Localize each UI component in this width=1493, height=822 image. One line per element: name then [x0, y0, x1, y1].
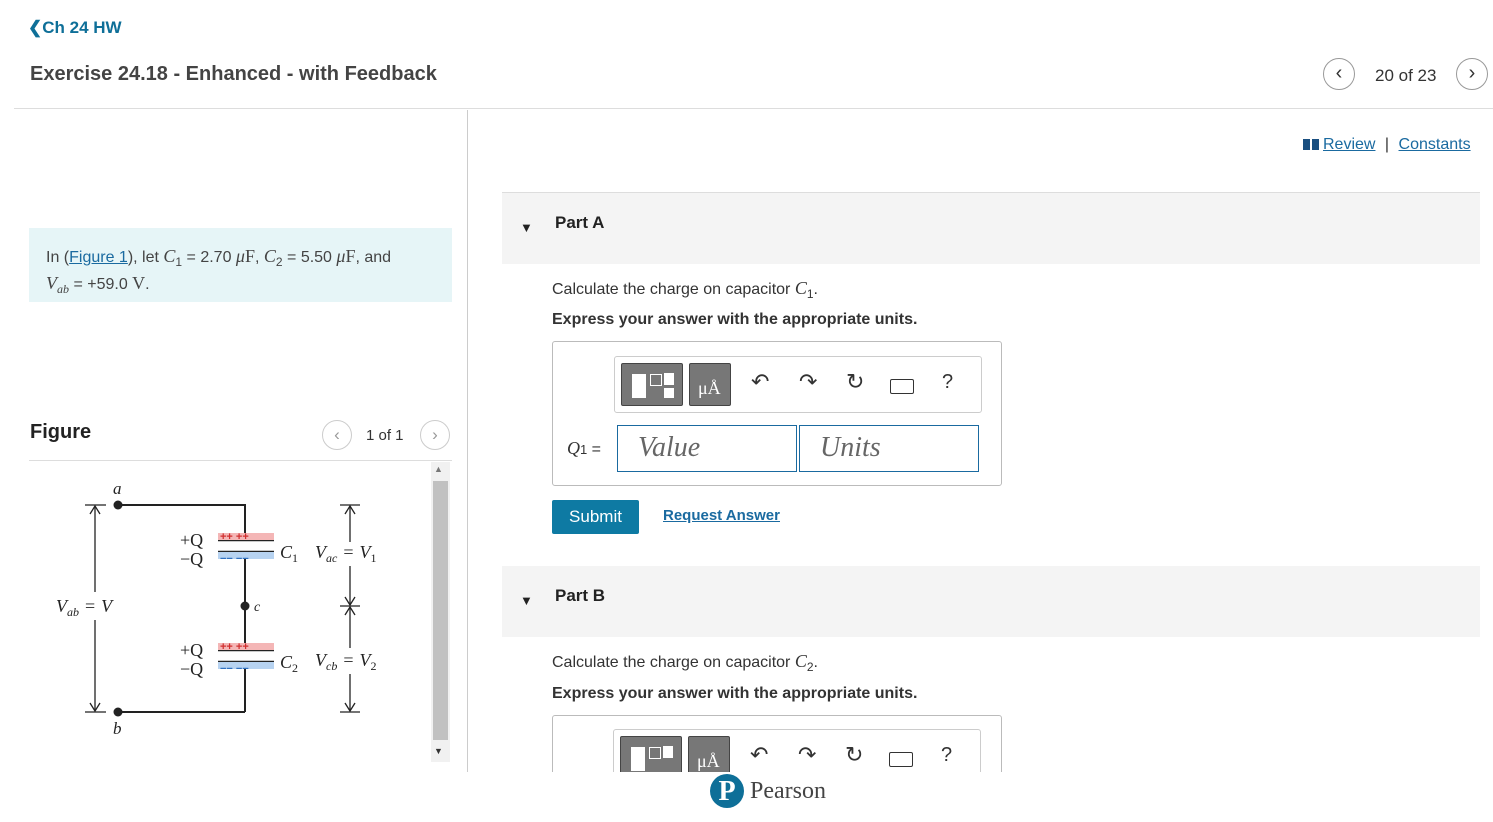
chevron-left-icon: ‹	[334, 425, 340, 444]
keyboard-icon[interactable]	[889, 747, 913, 772]
prev-exercise-button[interactable]: ‹	[1323, 58, 1355, 90]
column-divider	[467, 110, 468, 772]
problem-statement: In (Figure 1), let C1 = 2.70 μF, C2 = 5.…	[29, 228, 452, 302]
value-input[interactable]: Value	[617, 425, 797, 472]
review-constants-links: Review | Constants	[1303, 136, 1471, 154]
part-b-question: Calculate the charge on capacitor C2.	[552, 651, 818, 675]
request-answer-link[interactable]: Request Answer	[663, 507, 780, 524]
reset-icon[interactable]: ↻	[846, 369, 864, 395]
charge-label: +Q	[180, 530, 203, 550]
node-a-label: a	[113, 479, 122, 498]
chevron-right-icon: ›	[432, 425, 438, 444]
units-button[interactable]: μÅ	[689, 363, 731, 406]
chevron-right-icon: ›	[1468, 62, 1476, 84]
part-b-answer-box-clip: μÅ ↶ ↷ ↻ ?	[552, 715, 1002, 772]
node-a-dot	[113, 500, 123, 510]
plus-signs: ++ ++	[220, 641, 249, 653]
fraction-template-icon	[632, 374, 646, 398]
pearson-p-icon: P	[710, 774, 744, 808]
q1-label: Q1 =	[567, 438, 602, 458]
units-input[interactable]: Units	[799, 425, 979, 472]
chevron-left-icon: ❮	[28, 18, 43, 37]
keyboard-icon[interactable]	[890, 374, 914, 400]
part-a-instruction: Express your answer with the appropriate…	[552, 311, 918, 328]
charge-label: −Q	[180, 659, 203, 679]
math-toolbar: μÅ ↶ ↷ ↻ ?	[614, 356, 982, 413]
exercise-counter: 20 of 23	[1375, 66, 1437, 85]
vcb-label: Vcb = V2	[315, 650, 376, 673]
next-figure-button[interactable]: ›	[420, 420, 450, 450]
plus-signs: ++ ++	[220, 531, 249, 543]
figure-counter: 1 of 1	[366, 427, 404, 444]
part-a-header[interactable]: ▼ Part A	[502, 193, 1480, 264]
review-link[interactable]: Review	[1323, 136, 1375, 153]
node-c-label: c	[254, 600, 261, 615]
book-icon	[1303, 139, 1319, 151]
charge-label: +Q	[180, 640, 203, 660]
part-b-answer-box: μÅ ↶ ↷ ↻ ?	[552, 715, 1002, 772]
part-b-header[interactable]: ▼ Part B	[502, 566, 1480, 637]
vac-label: Vac = V1	[315, 542, 376, 565]
exercise-pager: ‹ 20 of 23 ›	[1323, 58, 1493, 94]
figure-divider	[29, 460, 452, 461]
help-button[interactable]: ?	[941, 744, 952, 767]
reset-icon[interactable]: ↻	[845, 742, 863, 768]
next-exercise-button[interactable]: ›	[1456, 58, 1488, 90]
redo-icon[interactable]: ↷	[798, 742, 816, 768]
c2-label: C2	[280, 652, 298, 675]
node-b-label: b	[113, 719, 122, 738]
collapse-triangle-icon: ▼	[520, 220, 533, 235]
node-c-dot	[240, 601, 250, 611]
constants-link[interactable]: Constants	[1399, 136, 1471, 153]
figure-heading: Figure	[30, 421, 92, 443]
redo-icon[interactable]: ↷	[799, 369, 817, 395]
back-link[interactable]: ❮Ch 24 HW	[28, 18, 122, 38]
units-button[interactable]: μÅ	[688, 736, 730, 772]
scroll-down-icon[interactable]: ▼	[434, 746, 443, 756]
undo-icon[interactable]: ↶	[750, 742, 768, 768]
templates-button[interactable]	[621, 363, 683, 406]
part-b-instruction: Express your answer with the appropriate…	[552, 685, 918, 702]
node-b-dot	[113, 707, 123, 717]
figure-link[interactable]: Figure 1	[69, 249, 128, 266]
page-title: Exercise 24.18 - Enhanced - with Feedbac…	[30, 63, 437, 85]
charge-label: −Q	[180, 549, 203, 569]
header-divider	[14, 108, 1493, 109]
units-mu-angstrom-icon: μÅ	[697, 751, 720, 771]
figure-pager: ‹ 1 of 1 ›	[322, 420, 452, 450]
c1-label: C1	[280, 542, 298, 565]
minus-signs: −− −−	[220, 553, 249, 565]
help-button[interactable]: ?	[942, 371, 953, 394]
collapse-triangle-icon: ▼	[520, 593, 533, 608]
scroll-up-icon[interactable]: ▲	[434, 464, 443, 474]
math-toolbar: μÅ ↶ ↷ ↻ ?	[613, 729, 981, 772]
units-mu-angstrom-icon: μÅ	[698, 378, 721, 398]
chevron-left-icon: ‹	[1335, 62, 1343, 84]
minus-signs: −− −−	[220, 663, 249, 675]
part-a-question: Calculate the charge on capacitor C1.	[552, 278, 818, 302]
vab-label: Vab = V	[56, 596, 114, 619]
figure-scrollbar-thumb[interactable]	[433, 481, 448, 740]
capacitor-circuit-diagram: ++ ++ −− −− ++ ++ −− −− +Q −Q +Q −Q a b …	[56, 479, 376, 738]
submit-button[interactable]: Submit	[552, 500, 639, 534]
undo-icon[interactable]: ↶	[751, 369, 769, 395]
prev-figure-button[interactable]: ‹	[322, 420, 352, 450]
part-a-answer-box: μÅ ↶ ↷ ↻ ? Q1 = Value Units	[552, 341, 1002, 486]
templates-button[interactable]	[620, 736, 682, 772]
fraction-template-icon	[631, 747, 645, 771]
